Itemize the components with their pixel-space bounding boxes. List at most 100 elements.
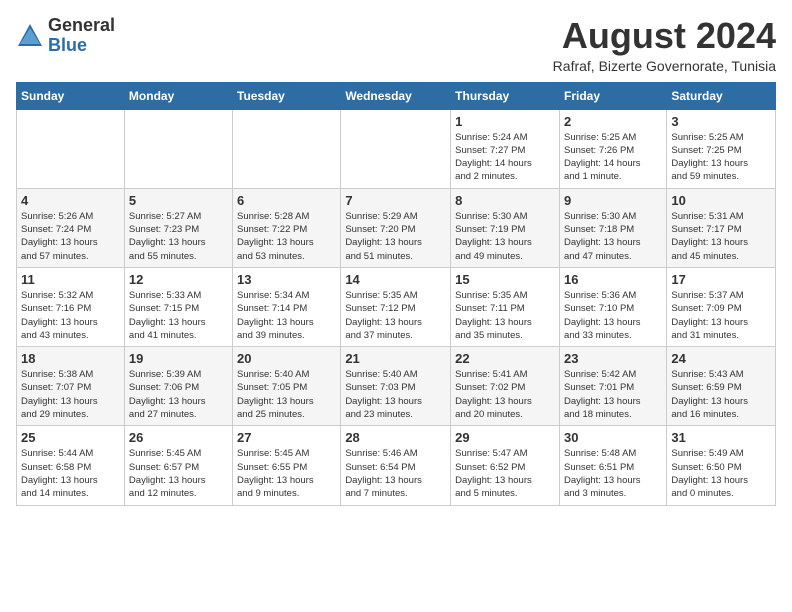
day-number: 14	[345, 272, 446, 287]
calendar-cell: 31 Sunrise: 5:49 AMSunset: 6:50 PMDayligh…	[667, 426, 776, 505]
day-info: Sunrise: 5:42 AMSunset: 7:01 PMDaylight:…	[564, 368, 662, 421]
calendar-cell: 5 Sunrise: 5:27 AMSunset: 7:23 PMDaylight…	[124, 188, 232, 267]
logo-general: General	[48, 16, 115, 36]
calendar-cell	[233, 109, 341, 188]
day-info: Sunrise: 5:49 AMSunset: 6:50 PMDaylight:…	[671, 447, 771, 500]
calendar-cell: 21 Sunrise: 5:40 AMSunset: 7:03 PMDayligh…	[341, 347, 451, 426]
day-number: 18	[21, 351, 120, 366]
day-info: Sunrise: 5:45 AMSunset: 6:57 PMDaylight:…	[129, 447, 228, 500]
header-day-sunday: Sunday	[17, 82, 125, 109]
day-number: 17	[671, 272, 771, 287]
calendar-cell: 16 Sunrise: 5:36 AMSunset: 7:10 PMDayligh…	[559, 267, 666, 346]
day-number: 9	[564, 193, 662, 208]
calendar-cell: 30Sunrise: 5:48 AMSunset: 6:51 PMDayligh…	[559, 426, 666, 505]
day-number: 19	[129, 351, 228, 366]
day-info: Sunrise: 5:48 AMSunset: 6:51 PMDaylight:…	[564, 447, 662, 500]
day-number: 15	[455, 272, 555, 287]
logo-icon	[16, 22, 44, 50]
day-number: 6	[237, 193, 336, 208]
day-info: Sunrise: 5:32 AMSunset: 7:16 PMDaylight:…	[21, 289, 120, 342]
calendar-cell: 9Sunrise: 5:30 AMSunset: 7:18 PMDaylight…	[559, 188, 666, 267]
day-info: Sunrise: 5:36 AMSunset: 7:10 PMDaylight:…	[564, 289, 662, 342]
calendar-cell: 19 Sunrise: 5:39 AMSunset: 7:06 PMDayligh…	[124, 347, 232, 426]
day-number: 29	[455, 430, 555, 445]
calendar-cell	[124, 109, 232, 188]
calendar-cell: 11 Sunrise: 5:32 AMSunset: 7:16 PMDayligh…	[17, 267, 125, 346]
day-info: Sunrise: 5:25 AMSunset: 7:25 PMDaylight:…	[671, 131, 771, 184]
calendar-cell: 3Sunrise: 5:25 AMSunset: 7:25 PMDaylight…	[667, 109, 776, 188]
day-number: 13	[237, 272, 336, 287]
week-row-4: 25 Sunrise: 5:44 AMSunset: 6:58 PMDayligh…	[17, 426, 776, 505]
day-number: 5	[129, 193, 228, 208]
day-info: Sunrise: 5:29 AMSunset: 7:20 PMDaylight:…	[345, 210, 446, 263]
day-number: 16	[564, 272, 662, 287]
day-info: Sunrise: 5:40 AMSunset: 7:03 PMDaylight:…	[345, 368, 446, 421]
calendar-cell: 22Sunrise: 5:41 AMSunset: 7:02 PMDayligh…	[451, 347, 560, 426]
calendar-cell: 12 Sunrise: 5:33 AMSunset: 7:15 PMDayligh…	[124, 267, 232, 346]
week-row-0: 1Sunrise: 5:24 AMSunset: 7:27 PMDaylight…	[17, 109, 776, 188]
day-number: 8	[455, 193, 555, 208]
day-number: 4	[21, 193, 120, 208]
day-info: Sunrise: 5:35 AMSunset: 7:12 PMDaylight:…	[345, 289, 446, 342]
day-info: Sunrise: 5:30 AMSunset: 7:19 PMDaylight:…	[455, 210, 555, 263]
calendar-cell: 18Sunrise: 5:38 AMSunset: 7:07 PMDayligh…	[17, 347, 125, 426]
day-number: 26	[129, 430, 228, 445]
header-day-thursday: Thursday	[451, 82, 560, 109]
calendar-cell: 15Sunrise: 5:35 AMSunset: 7:11 PMDayligh…	[451, 267, 560, 346]
main-container: General Blue August 2024 Rafraf, Bizerte…	[0, 0, 792, 514]
calendar-cell: 2Sunrise: 5:25 AMSunset: 7:26 PMDaylight…	[559, 109, 666, 188]
title-section: August 2024 Rafraf, Bizerte Governorate,…	[553, 16, 776, 74]
day-info: Sunrise: 5:37 AMSunset: 7:09 PMDaylight:…	[671, 289, 771, 342]
day-number: 20	[237, 351, 336, 366]
calendar-cell: 29Sunrise: 5:47 AMSunset: 6:52 PMDayligh…	[451, 426, 560, 505]
day-number: 24	[671, 351, 771, 366]
calendar-cell: 20 Sunrise: 5:40 AMSunset: 7:05 PMDayligh…	[233, 347, 341, 426]
day-number: 23	[564, 351, 662, 366]
day-number: 11	[21, 272, 120, 287]
day-number: 21	[345, 351, 446, 366]
day-info: Sunrise: 5:28 AMSunset: 7:22 PMDaylight:…	[237, 210, 336, 263]
day-info: Sunrise: 5:39 AMSunset: 7:06 PMDaylight:…	[129, 368, 228, 421]
header-day-saturday: Saturday	[667, 82, 776, 109]
week-row-3: 18Sunrise: 5:38 AMSunset: 7:07 PMDayligh…	[17, 347, 776, 426]
header-day-friday: Friday	[559, 82, 666, 109]
day-info: Sunrise: 5:27 AMSunset: 7:23 PMDaylight:…	[129, 210, 228, 263]
day-number: 25	[21, 430, 120, 445]
calendar-cell: 4 Sunrise: 5:26 AMSunset: 7:24 PMDaylight…	[17, 188, 125, 267]
logo: General Blue	[16, 16, 115, 56]
day-number: 31	[671, 430, 771, 445]
day-info: Sunrise: 5:34 AMSunset: 7:14 PMDaylight:…	[237, 289, 336, 342]
day-number: 12	[129, 272, 228, 287]
calendar-cell: 1Sunrise: 5:24 AMSunset: 7:27 PMDaylight…	[451, 109, 560, 188]
calendar-cell: 13 Sunrise: 5:34 AMSunset: 7:14 PMDayligh…	[233, 267, 341, 346]
header: General Blue August 2024 Rafraf, Bizerte…	[16, 16, 776, 74]
day-info: Sunrise: 5:24 AMSunset: 7:27 PMDaylight:…	[455, 131, 555, 184]
calendar-cell: 10Sunrise: 5:31 AMSunset: 7:17 PMDayligh…	[667, 188, 776, 267]
logo-blue: Blue	[48, 36, 115, 56]
calendar-cell: 6 Sunrise: 5:28 AMSunset: 7:22 PMDaylight…	[233, 188, 341, 267]
calendar-cell: 8 Sunrise: 5:30 AMSunset: 7:19 PMDaylight…	[451, 188, 560, 267]
day-info: Sunrise: 5:45 AMSunset: 6:55 PMDaylight:…	[237, 447, 336, 500]
day-info: Sunrise: 5:40 AMSunset: 7:05 PMDaylight:…	[237, 368, 336, 421]
calendar-cell: 25 Sunrise: 5:44 AMSunset: 6:58 PMDayligh…	[17, 426, 125, 505]
week-row-1: 4 Sunrise: 5:26 AMSunset: 7:24 PMDaylight…	[17, 188, 776, 267]
header-day-tuesday: Tuesday	[233, 82, 341, 109]
calendar-cell: 28Sunrise: 5:46 AMSunset: 6:54 PMDayligh…	[341, 426, 451, 505]
day-number: 7	[345, 193, 446, 208]
day-info: Sunrise: 5:44 AMSunset: 6:58 PMDaylight:…	[21, 447, 120, 500]
calendar-cell: 14 Sunrise: 5:35 AMSunset: 7:12 PMDayligh…	[341, 267, 451, 346]
day-number: 10	[671, 193, 771, 208]
week-row-2: 11 Sunrise: 5:32 AMSunset: 7:16 PMDayligh…	[17, 267, 776, 346]
calendar-cell: 27Sunrise: 5:45 AMSunset: 6:55 PMDayligh…	[233, 426, 341, 505]
day-info: Sunrise: 5:26 AMSunset: 7:24 PMDaylight:…	[21, 210, 120, 263]
day-number: 28	[345, 430, 446, 445]
calendar-cell: 23 Sunrise: 5:42 AMSunset: 7:01 PMDayligh…	[559, 347, 666, 426]
day-number: 2	[564, 114, 662, 129]
calendar-cell	[17, 109, 125, 188]
calendar-cell: 17 Sunrise: 5:37 AMSunset: 7:09 PMDayligh…	[667, 267, 776, 346]
day-info: Sunrise: 5:33 AMSunset: 7:15 PMDaylight:…	[129, 289, 228, 342]
location-text: Rafraf, Bizerte Governorate, Tunisia	[553, 58, 776, 74]
day-info: Sunrise: 5:43 AMSunset: 6:59 PMDaylight:…	[671, 368, 771, 421]
calendar-cell: 26 Sunrise: 5:45 AMSunset: 6:57 PMDayligh…	[124, 426, 232, 505]
calendar-cell: 24 Sunrise: 5:43 AMSunset: 6:59 PMDayligh…	[667, 347, 776, 426]
